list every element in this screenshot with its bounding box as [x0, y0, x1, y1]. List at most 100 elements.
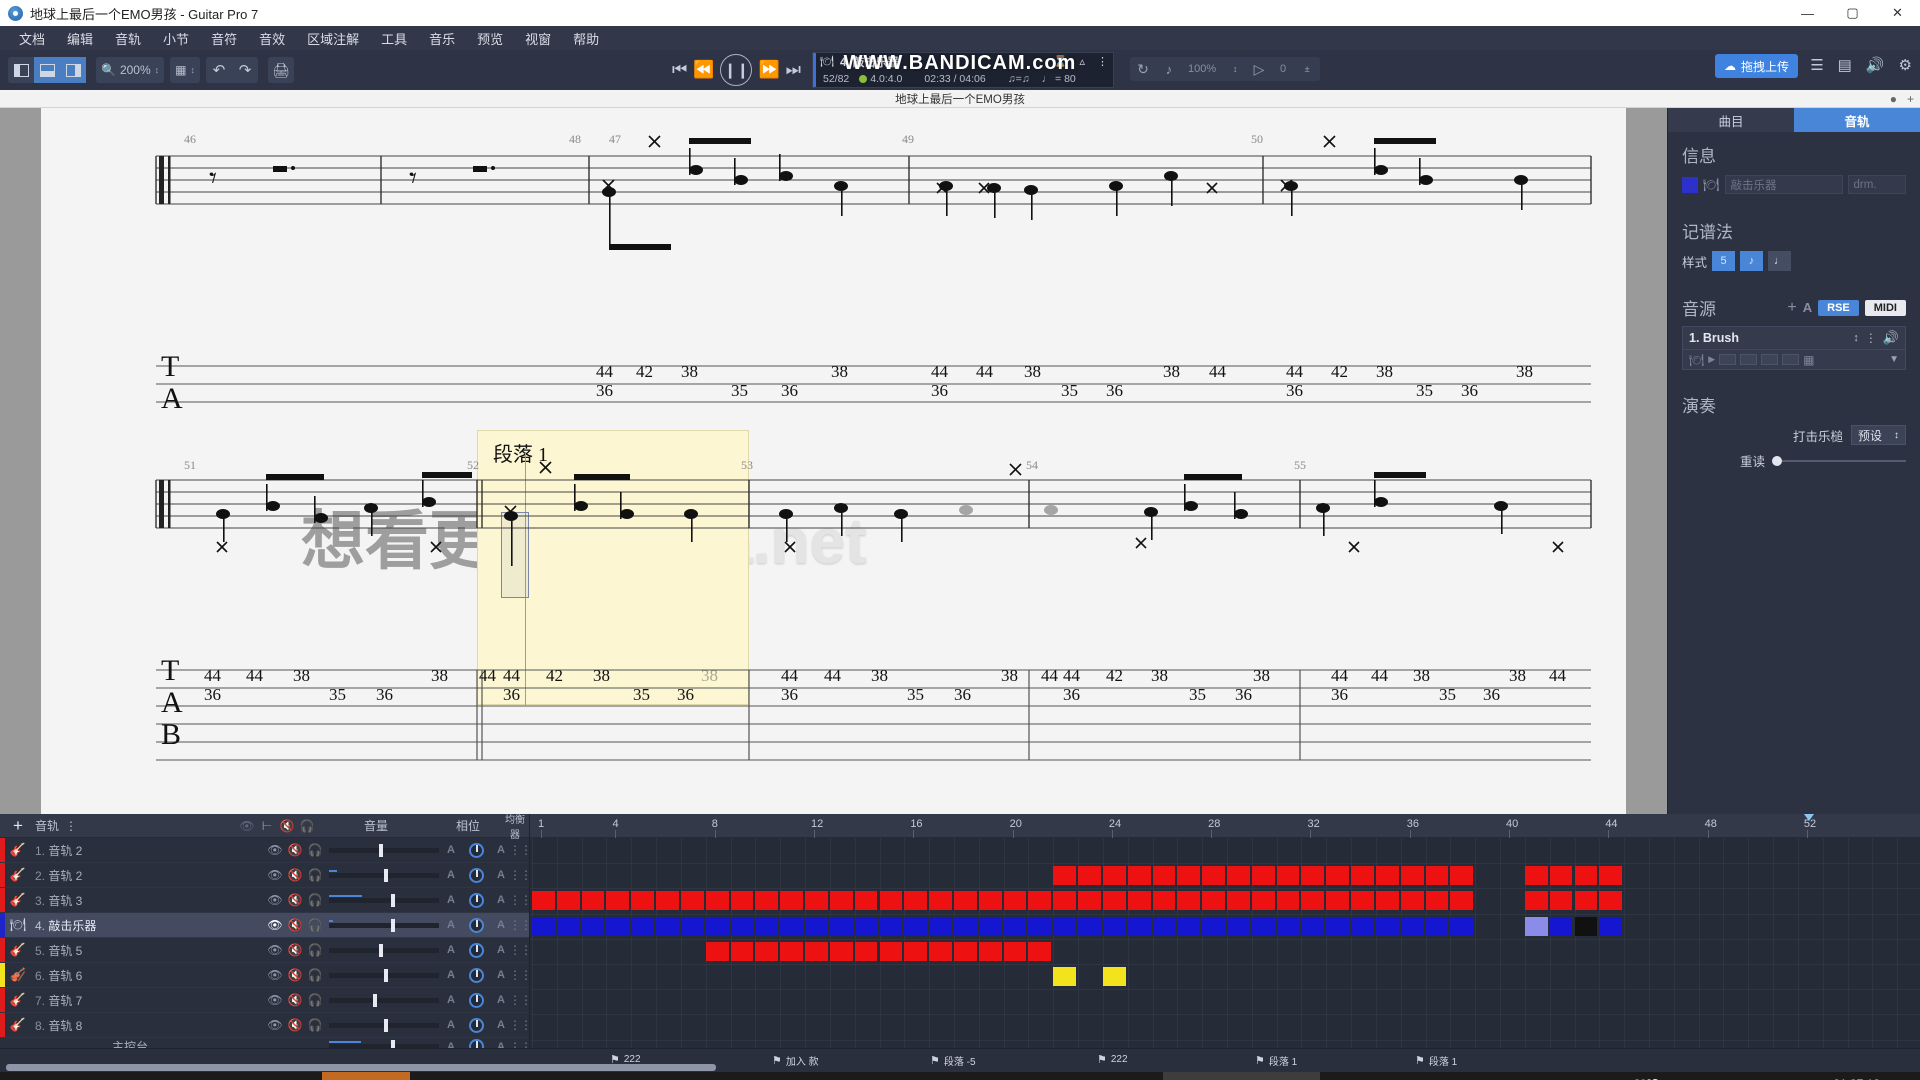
timeline-clip[interactable]: [532, 916, 555, 936]
timeline-clip[interactable]: [1078, 916, 1101, 936]
loop-icon[interactable]: ↻: [1130, 56, 1156, 82]
pan-knob[interactable]: [468, 892, 484, 908]
track-solo-icon[interactable]: 🎧: [305, 968, 325, 982]
timeline-clip[interactable]: [1227, 891, 1250, 911]
taskbar-item[interactable]: 腾讯QQ: [321, 1072, 410, 1080]
mallet-select[interactable]: 预设 ↕: [1850, 425, 1906, 445]
pan-knob[interactable]: [468, 842, 484, 858]
timeline-clip[interactable]: [1003, 941, 1027, 961]
accent-slider[interactable]: [1772, 455, 1906, 466]
timeline-clip[interactable]: [879, 916, 903, 936]
close-button[interactable]: ✕: [1875, 0, 1920, 26]
timeline-clip[interactable]: [1425, 891, 1449, 911]
timeline-clip[interactable]: [1053, 891, 1077, 911]
timeline-clip[interactable]: [680, 916, 704, 936]
pan-automation-toggle[interactable]: A: [493, 869, 509, 881]
menu-bar[interactable]: 小节: [152, 26, 200, 51]
timeline-clip[interactable]: [532, 891, 555, 911]
track-eq-icon[interactable]: ⋮⋮⋮: [509, 968, 543, 982]
track-short-name-field[interactable]: drm.: [1847, 175, 1906, 194]
more-vertical-icon[interactable]: ⋮: [1097, 55, 1108, 68]
timeline-clip[interactable]: [705, 891, 729, 911]
timeline-clip[interactable]: [829, 916, 853, 936]
view-toggle-icon[interactable]: 👁: [237, 819, 257, 833]
track-solo-icon[interactable]: 🎧: [305, 1018, 325, 1032]
timeline-clip[interactable]: [1301, 866, 1325, 886]
timeline-clip[interactable]: [656, 916, 679, 936]
forward-icon[interactable]: ⏩: [758, 60, 779, 80]
pan-automation-toggle[interactable]: A: [493, 919, 509, 931]
menu-music[interactable]: 音乐: [418, 26, 466, 51]
timeline-clip[interactable]: [805, 891, 828, 911]
tab-staff-icon[interactable]: ♪: [1740, 251, 1764, 271]
track-list-more-icon[interactable]: ⋮: [65, 819, 77, 833]
maximize-button[interactable]: ▢: [1830, 0, 1875, 26]
timeline-clip[interactable]: [1028, 916, 1052, 936]
track-mute-icon[interactable]: 🔇: [285, 918, 305, 932]
timeline-clip[interactable]: [1351, 891, 1374, 911]
taskbar-item[interactable]: 地球上最后一个EM...: [707, 1072, 864, 1080]
timeline-clip[interactable]: [631, 891, 655, 911]
menu-window[interactable]: 视窗: [514, 26, 562, 51]
track-eq-icon[interactable]: ⋮⋮⋮: [509, 868, 543, 882]
menu-document[interactable]: 文档: [8, 26, 56, 51]
timeline-clip[interactable]: [1102, 891, 1126, 911]
taskbar-item[interactable]: 地球上最后一个EM...: [1163, 1072, 1321, 1080]
timeline-clip[interactable]: [755, 891, 779, 911]
timeline-clip[interactable]: [1177, 891, 1201, 911]
timeline-clip[interactable]: [1276, 916, 1300, 936]
menu-annotation[interactable]: 区域注解: [296, 26, 370, 51]
track-eq-icon[interactable]: ⋮⋮⋮: [509, 843, 543, 857]
volume-automation-toggle[interactable]: A: [443, 944, 459, 956]
pan-automation-toggle[interactable]: A: [493, 1019, 509, 1031]
timeline-clip[interactable]: [1326, 866, 1350, 886]
volume-automation-toggle[interactable]: A: [443, 844, 459, 856]
timeline-clip[interactable]: [1351, 866, 1374, 886]
timeline-clip[interactable]: [730, 941, 754, 961]
timeline-clip[interactable]: [1450, 891, 1474, 911]
zoom-stepper[interactable]: ↕: [155, 66, 160, 75]
taskbar-item[interactable]: [48, 1072, 86, 1080]
timeline-clip[interactable]: [879, 941, 903, 961]
timeline-clip[interactable]: [1326, 916, 1350, 936]
timeline-selected-clip[interactable]: [1574, 916, 1598, 936]
track-mute-icon[interactable]: 🔇: [285, 843, 305, 857]
track-visible-icon[interactable]: 👁: [265, 868, 285, 882]
menu-preview[interactable]: 预览: [466, 26, 514, 51]
effect-chip[interactable]: [1740, 354, 1758, 365]
timeline-clip[interactable]: [1102, 916, 1126, 936]
timeline-clip[interactable]: [1152, 891, 1176, 911]
track-color-swatch[interactable]: [1682, 176, 1698, 193]
timeline-clip[interactable]: [705, 916, 729, 936]
timeline-clip[interactable]: [1003, 916, 1027, 936]
track-volume-slider[interactable]: [329, 968, 439, 982]
tab-track[interactable]: 音轨: [1794, 108, 1920, 132]
menu-tools[interactable]: 工具: [370, 26, 418, 51]
menu-note[interactable]: 音符: [200, 26, 248, 51]
windows-start-icon[interactable]: [0, 1072, 48, 1080]
timeline-clip[interactable]: [1549, 866, 1573, 886]
vertical-layout-icon[interactable]: [60, 57, 86, 83]
track-volume-slider[interactable]: [329, 843, 439, 857]
timeline-clip[interactable]: [1078, 891, 1101, 911]
timeline-clip[interactable]: [854, 941, 878, 961]
add-sound-icon[interactable]: +: [1787, 299, 1796, 317]
timeline-clip[interactable]: [1301, 891, 1325, 911]
timeline-clip[interactable]: [730, 891, 754, 911]
volume-knob[interactable]: [373, 993, 377, 1007]
effect-chip[interactable]: [1782, 354, 1800, 365]
taskbar-item[interactable]: 地球 - "文档 (F:)"...: [86, 1072, 230, 1080]
track-eq-icon[interactable]: ⋮⋮⋮: [509, 1018, 543, 1032]
timeline-ruler[interactable]: 1 4 8 12 16 20 24 28 32 36 40 44 48 52: [530, 814, 1920, 838]
timeline-clip[interactable]: [953, 891, 977, 911]
timeline-clip[interactable]: [953, 916, 977, 936]
track-solo-icon[interactable]: 🎧: [305, 993, 325, 1007]
pause-icon[interactable]: ❙❙: [720, 54, 753, 86]
speed-stepper[interactable]: ↕: [1222, 56, 1248, 82]
effect-chip[interactable]: [1719, 354, 1737, 365]
timeline-clip[interactable]: [1524, 891, 1548, 911]
sound-preset-name[interactable]: 1. Brush: [1689, 331, 1847, 345]
track-eq-icon[interactable]: ⋮⋮⋮: [509, 993, 543, 1007]
volume-knob[interactable]: [378, 943, 383, 957]
midi-toggle[interactable]: MIDI: [1864, 299, 1906, 316]
